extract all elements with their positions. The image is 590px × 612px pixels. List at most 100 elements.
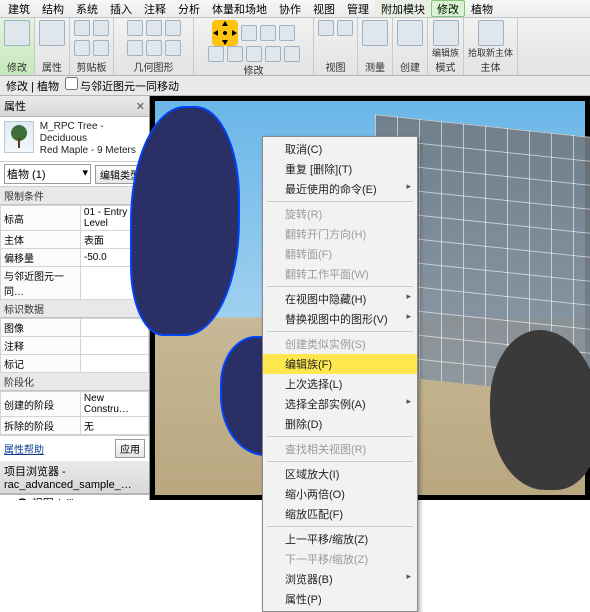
context-menu-item[interactable]: 在视图中隐藏(H) [263, 289, 417, 309]
context-menu-item: 翻转开门方向(H) [263, 224, 417, 244]
properties-label: 属性 [42, 59, 62, 74]
menu-arch[interactable]: 建筑 [2, 0, 36, 17]
tree-silhouette [490, 330, 590, 490]
menu-analyze[interactable]: 分析 [172, 0, 206, 17]
menu-massing[interactable]: 体量和场地 [206, 0, 273, 17]
geometry-label: 几何图形 [134, 59, 174, 74]
modify-tool-label: 修改 [7, 59, 27, 74]
context-menu-item[interactable]: 缩小两倍(O) [263, 484, 417, 504]
context-menu-item[interactable]: 属性(P) [263, 589, 417, 609]
context-menu: 取消(C)重复 [删除](T)最近使用的命令(E) 旋转(R)翻转开门方向(H)翻… [262, 136, 418, 612]
ribbon-group-mode: 编辑族 模式 [428, 18, 464, 75]
mark-value[interactable] [80, 355, 148, 373]
ribbon-group-props: 属性 [35, 18, 70, 75]
ribbon-group-measure: 测量 [358, 18, 393, 75]
options-bar: 修改 | 植物 与邻近图元一同移动 [0, 76, 590, 96]
image-value[interactable] [80, 319, 148, 337]
measure-icon[interactable] [362, 20, 388, 46]
table-row: 标记 [1, 355, 149, 373]
table-row: 标高01 - Entry Level [1, 206, 149, 231]
override-icon[interactable] [337, 20, 353, 36]
create-label: 创建 [400, 59, 420, 74]
category-dropdown[interactable]: 植物 (1)▾ [4, 164, 91, 184]
menu-manage[interactable]: 管理 [341, 0, 375, 17]
move-icon[interactable] [212, 20, 238, 46]
ribbon-group-create: 创建 [393, 18, 428, 75]
edit-family-label: 编辑族 [432, 46, 459, 59]
context-menu-item: 旋转(R) [263, 204, 417, 224]
menu-modify[interactable]: 修改 [431, 0, 465, 17]
mirror-icon[interactable] [260, 25, 276, 41]
properties-panel-header[interactable]: 属性 ✕ [0, 96, 149, 117]
scale-icon[interactable] [246, 46, 262, 62]
context-menu-item[interactable]: 上一平移/缩放(Z) [263, 529, 417, 549]
wall-icon[interactable] [146, 40, 162, 56]
offset-icon[interactable] [208, 46, 224, 62]
cope-icon[interactable] [127, 20, 143, 36]
properties-help-link[interactable]: 属性帮助 [4, 441, 44, 456]
join-icon[interactable] [165, 20, 181, 36]
context-menu-item[interactable]: 取消(C) [263, 139, 417, 159]
ribbon-group-select: 修改 [0, 18, 35, 75]
demolish-icon[interactable] [165, 40, 181, 56]
properties-icon[interactable] [39, 20, 65, 46]
context-menu-separator [267, 201, 413, 202]
context-menu-item[interactable]: 编辑族(F) [263, 354, 417, 374]
copy-icon[interactable] [74, 40, 90, 56]
cutgeo-icon[interactable] [146, 20, 162, 36]
project-browser-header[interactable]: 项目浏览器 - rac_advanced_sample_… [0, 461, 149, 494]
edit-family-icon[interactable] [433, 20, 459, 46]
menu-collab[interactable]: 协作 [273, 0, 307, 17]
cut-icon[interactable] [93, 20, 109, 36]
context-menu-item[interactable]: 浏览器(B) [263, 569, 417, 589]
phase-created-value[interactable]: New Constru… [80, 392, 148, 417]
section-identity[interactable]: 标识数据 [0, 300, 149, 318]
context-menu-item[interactable]: 删除(D) [263, 414, 417, 434]
menu-addins[interactable]: 附加模块 [375, 0, 431, 17]
chevron-down-icon: ▾ [82, 166, 88, 182]
context-menu-item[interactable]: 最近使用的命令(E) [263, 179, 417, 199]
comments-value[interactable] [80, 337, 148, 355]
context-menu-item[interactable]: 替换视图中的图形(V) [263, 309, 417, 329]
paste-icon[interactable] [74, 20, 90, 36]
table-row: 主体表面 [1, 231, 149, 249]
context-menu-item[interactable]: 上次选择(L) [263, 374, 417, 394]
match-icon[interactable] [93, 40, 109, 56]
menu-struct[interactable]: 结构 [36, 0, 70, 17]
move-with-nearby-checkbox[interactable]: 与邻近图元一同移动 [65, 77, 179, 94]
section-phasing[interactable]: 阶段化 [0, 373, 149, 391]
menu-plants[interactable]: 植物 [465, 0, 499, 17]
hide-icon[interactable] [318, 20, 334, 36]
context-menu-item[interactable]: 重复 [删除](T) [263, 159, 417, 179]
context-menu-item: 翻转面(F) [263, 244, 417, 264]
trim-icon[interactable] [279, 25, 295, 41]
close-icon[interactable]: ✕ [136, 100, 145, 113]
context-menu-item[interactable]: 缩放匹配(F) [263, 504, 417, 524]
menu-view[interactable]: 视图 [307, 0, 341, 17]
phase-demolished-value[interactable]: 无 [80, 417, 148, 435]
array-icon[interactable] [227, 46, 243, 62]
menu-insert[interactable]: 插入 [104, 0, 138, 17]
split-icon[interactable] [127, 40, 143, 56]
apply-button[interactable]: 应用 [115, 439, 145, 458]
modify-tool-icon[interactable] [4, 20, 30, 46]
pick-host-label: 拾取新主体 [468, 46, 513, 59]
align-icon[interactable] [265, 46, 281, 62]
rotate-icon[interactable] [241, 25, 257, 41]
context-menu-item[interactable]: 选择全部实例(A) [263, 394, 417, 414]
project-browser-tree: −👁 视图 (all) +楼层平面 (Floor Plan) +天花板平面 (C… [0, 494, 149, 500]
menu-systems[interactable]: 系统 [70, 0, 104, 17]
clipboard-label: 剪贴板 [77, 59, 107, 74]
pick-host-icon[interactable] [478, 20, 504, 46]
context-menu-separator [267, 526, 413, 527]
menu-annotate[interactable]: 注释 [138, 0, 172, 17]
section-constraints[interactable]: 限制条件 [0, 187, 149, 205]
type-selector[interactable]: M_RPC Tree - Deciduous Red Maple - 9 Met… [0, 117, 149, 162]
context-menu-item[interactable]: 区域放大(I) [263, 464, 417, 484]
project-browser-title: 项目浏览器 - rac_advanced_sample_… [4, 463, 145, 491]
pin-icon[interactable] [284, 46, 300, 62]
ribbon-group-view: 视图 [314, 18, 358, 75]
selected-tree-1[interactable] [130, 106, 240, 336]
context-menu-separator [267, 286, 413, 287]
create-icon[interactable] [397, 20, 423, 46]
